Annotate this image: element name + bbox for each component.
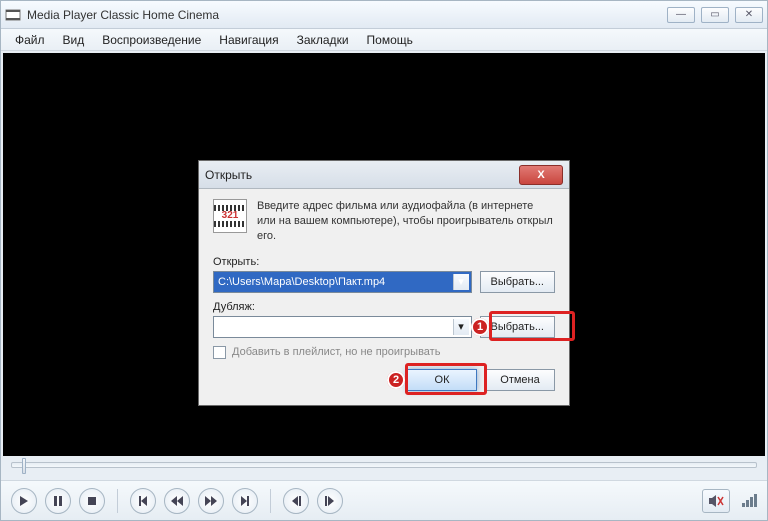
dub-input[interactable]: ▾	[213, 316, 472, 338]
forward-button[interactable]	[198, 488, 224, 514]
menu-file[interactable]: Файл	[7, 31, 53, 49]
dialog-title: Открыть	[205, 168, 519, 182]
maximize-button[interactable]: ▭	[701, 7, 729, 23]
divider	[270, 489, 271, 513]
titlebar: Media Player Classic Home Cinema — ▭ ✕	[1, 1, 767, 29]
playlist-checkbox[interactable]	[213, 346, 226, 359]
menu-playback[interactable]: Воспроизведение	[94, 31, 209, 49]
divider	[117, 489, 118, 513]
app-icon	[5, 7, 21, 23]
annotation-badge-2: 2	[387, 371, 405, 389]
cancel-button[interactable]: Отмена	[485, 369, 555, 391]
window-buttons: — ▭ ✕	[667, 7, 763, 23]
volume-steps[interactable]	[742, 494, 757, 507]
playlist-checkbox-label: Добавить в плейлист, но не проигрывать	[232, 346, 440, 358]
step-back-button[interactable]	[283, 488, 309, 514]
controls-bar	[1, 480, 767, 520]
window-title: Media Player Classic Home Cinema	[27, 8, 667, 22]
menu-help[interactable]: Помощь	[359, 31, 421, 49]
open-label: Открыть:	[213, 256, 555, 268]
prev-button[interactable]	[130, 488, 156, 514]
seekbar-wrap	[1, 458, 767, 480]
menu-bookmarks[interactable]: Закладки	[289, 31, 357, 49]
menu-view[interactable]: Вид	[55, 31, 93, 49]
step-fwd-button[interactable]	[317, 488, 343, 514]
dialog-close-button[interactable]: X	[519, 165, 563, 185]
pause-button[interactable]	[45, 488, 71, 514]
rewind-button[interactable]	[164, 488, 190, 514]
mpc-icon: 321	[213, 199, 247, 233]
open-input-value: C:\Users\Мара\Desktop\Пакт.mp4	[218, 276, 385, 288]
dialog-titlebar: Открыть X	[199, 161, 569, 189]
dub-label: Дубляж:	[213, 301, 555, 313]
open-dialog: Открыть X 321 Введите адрес фильма или а…	[198, 160, 570, 406]
mute-button[interactable]	[702, 489, 730, 513]
browse-open-button[interactable]: Выбрать...	[480, 271, 555, 293]
seekbar-thumb[interactable]	[22, 458, 26, 474]
minimize-button[interactable]: —	[667, 7, 695, 23]
stop-button[interactable]	[79, 488, 105, 514]
chevron-down-icon[interactable]: ▾	[453, 319, 469, 335]
next-button[interactable]	[232, 488, 258, 514]
chevron-down-icon[interactable]: ▾	[453, 274, 469, 290]
close-button[interactable]: ✕	[735, 7, 763, 23]
menu-navigation[interactable]: Навигация	[211, 31, 286, 49]
ok-button[interactable]: ОК	[407, 369, 477, 391]
open-input[interactable]: C:\Users\Мара\Desktop\Пакт.mp4 ▾	[213, 271, 472, 293]
dialog-instruction: Введите адрес фильма или аудиофайла (в и…	[257, 199, 555, 244]
seekbar[interactable]	[11, 462, 757, 468]
menubar: Файл Вид Воспроизведение Навигация Закла…	[1, 29, 767, 51]
browse-dub-button[interactable]: Выбрать...	[480, 316, 555, 338]
play-button[interactable]	[11, 488, 37, 514]
